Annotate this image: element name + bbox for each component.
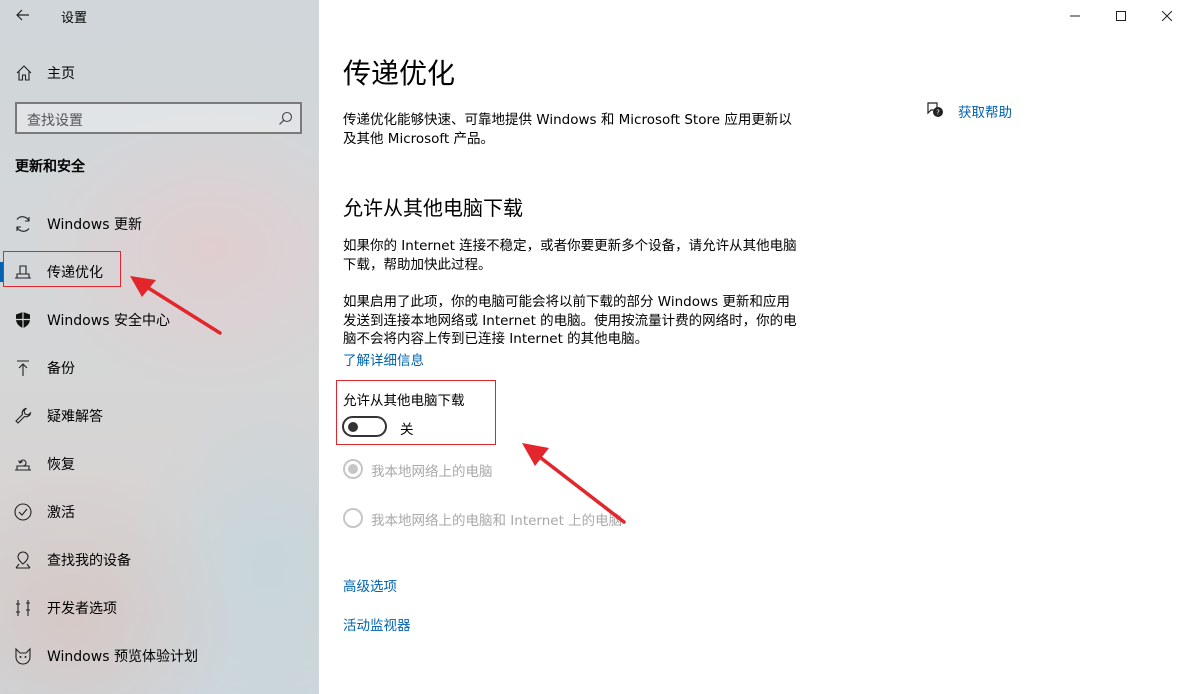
sidebar-item-windows-insider[interactable]: Windows 预览体验计划 [0, 632, 319, 680]
sidebar-item-windows-update[interactable]: Windows 更新 [0, 200, 319, 248]
settings-window: 设置 主页 查找设置 更新和安全 Windows 更新 传递优化 Windows… [0, 0, 1190, 694]
help-chat-icon: ? [927, 102, 943, 117]
sidebar-item-label: 恢复 [47, 457, 75, 473]
radio-circle [343, 508, 363, 528]
search-placeholder: 查找设置 [27, 113, 83, 129]
sidebar-item-label: 备份 [47, 361, 75, 377]
close-icon [1162, 11, 1172, 21]
maximize-button[interactable] [1098, 0, 1144, 32]
sidebar-item-label: Windows 预览体验计划 [47, 649, 198, 665]
description-paragraph-1: 如果你的 Internet 连接不稳定，或者你要更新多个设备，请允许从其他电脑下… [343, 238, 797, 273]
back-arrow-icon [16, 9, 29, 21]
sidebar-item-windows-security[interactable]: Windows 安全中心 [0, 296, 319, 344]
get-help-label: 获取帮助 [958, 105, 1012, 121]
annotation-box-toggle [336, 380, 496, 445]
wrench-icon [15, 407, 32, 424]
insider-icon [15, 647, 31, 665]
find-device-icon [15, 551, 31, 569]
sidebar-item-label: Windows 安全中心 [47, 313, 170, 329]
radio-local-and-internet[interactable]: 我本地网络上的电脑和 Internet 上的电脑 [343, 508, 743, 530]
sidebar-item-activation[interactable]: 激活 [0, 488, 319, 536]
advanced-options-link[interactable]: 高级选项 [343, 575, 397, 595]
backup-arrow-icon [17, 360, 29, 376]
check-circle-icon [14, 503, 32, 521]
radio-label: 我本地网络上的电脑和 Internet 上的电脑 [371, 513, 623, 529]
sidebar-item-backup[interactable]: 备份 [0, 344, 319, 392]
sidebar-item-label: Windows 更新 [47, 217, 142, 233]
section-title: 更新和安全 [15, 159, 85, 175]
sidebar-item-recovery[interactable]: 恢复 [0, 440, 319, 488]
radio-label: 我本地网络上的电脑 [371, 464, 493, 480]
home-icon [16, 65, 32, 81]
intro-text: 传递优化能够快速、可靠地提供 Windows 和 Microsoft Store… [343, 112, 792, 147]
section-subtitle: 允许从其他电脑下载 [343, 196, 523, 220]
close-button[interactable] [1144, 0, 1190, 32]
annotation-box-nav [3, 251, 121, 287]
sidebar: 设置 主页 查找设置 更新和安全 Windows 更新 传递优化 Windows… [0, 0, 319, 694]
maximize-icon [1116, 11, 1126, 21]
sidebar-item-label: 开发者选项 [47, 601, 117, 617]
sidebar-item-find-my-device[interactable]: 查找我的设备 [0, 536, 319, 584]
radio-local-network[interactable]: 我本地网络上的电脑 [343, 459, 743, 481]
title-bar: 设置 [0, 0, 319, 32]
home-label: 主页 [47, 66, 75, 82]
recovery-icon [15, 459, 31, 471]
learn-more-link[interactable]: 了解详细信息 [343, 349, 424, 369]
window-caption-buttons [1052, 0, 1190, 32]
developer-icon [16, 600, 30, 616]
refresh-icon [16, 216, 30, 232]
description-paragraph-2: 如果启用了此项，你的电脑可能会将以前下载的部分 Windows 更新和应用发送到… [343, 294, 797, 347]
sidebar-item-troubleshoot[interactable]: 疑难解答 [0, 392, 319, 440]
main-content: 传递优化 传递优化能够快速、可靠地提供 Windows 和 Microsoft … [319, 0, 1190, 694]
minimize-icon [1070, 15, 1080, 17]
sidebar-item-label: 疑难解答 [47, 409, 103, 425]
back-button[interactable] [8, 2, 38, 28]
sidebar-item-developer-options[interactable]: 开发者选项 [0, 584, 319, 632]
sidebar-item-home[interactable]: 主页 [0, 56, 319, 88]
activity-monitor-link[interactable]: 活动监视器 [343, 614, 411, 634]
app-title: 设置 [61, 11, 88, 26]
page-title: 传递优化 [343, 57, 456, 90]
sidebar-item-label: 激活 [47, 505, 75, 521]
sidebar-item-label: 查找我的设备 [47, 553, 131, 569]
search-icon [279, 111, 293, 125]
minimize-button[interactable] [1052, 0, 1098, 32]
svg-text:?: ? [936, 109, 940, 117]
shield-icon [16, 312, 30, 328]
search-input[interactable]: 查找设置 [15, 102, 302, 134]
radio-circle [343, 459, 363, 479]
